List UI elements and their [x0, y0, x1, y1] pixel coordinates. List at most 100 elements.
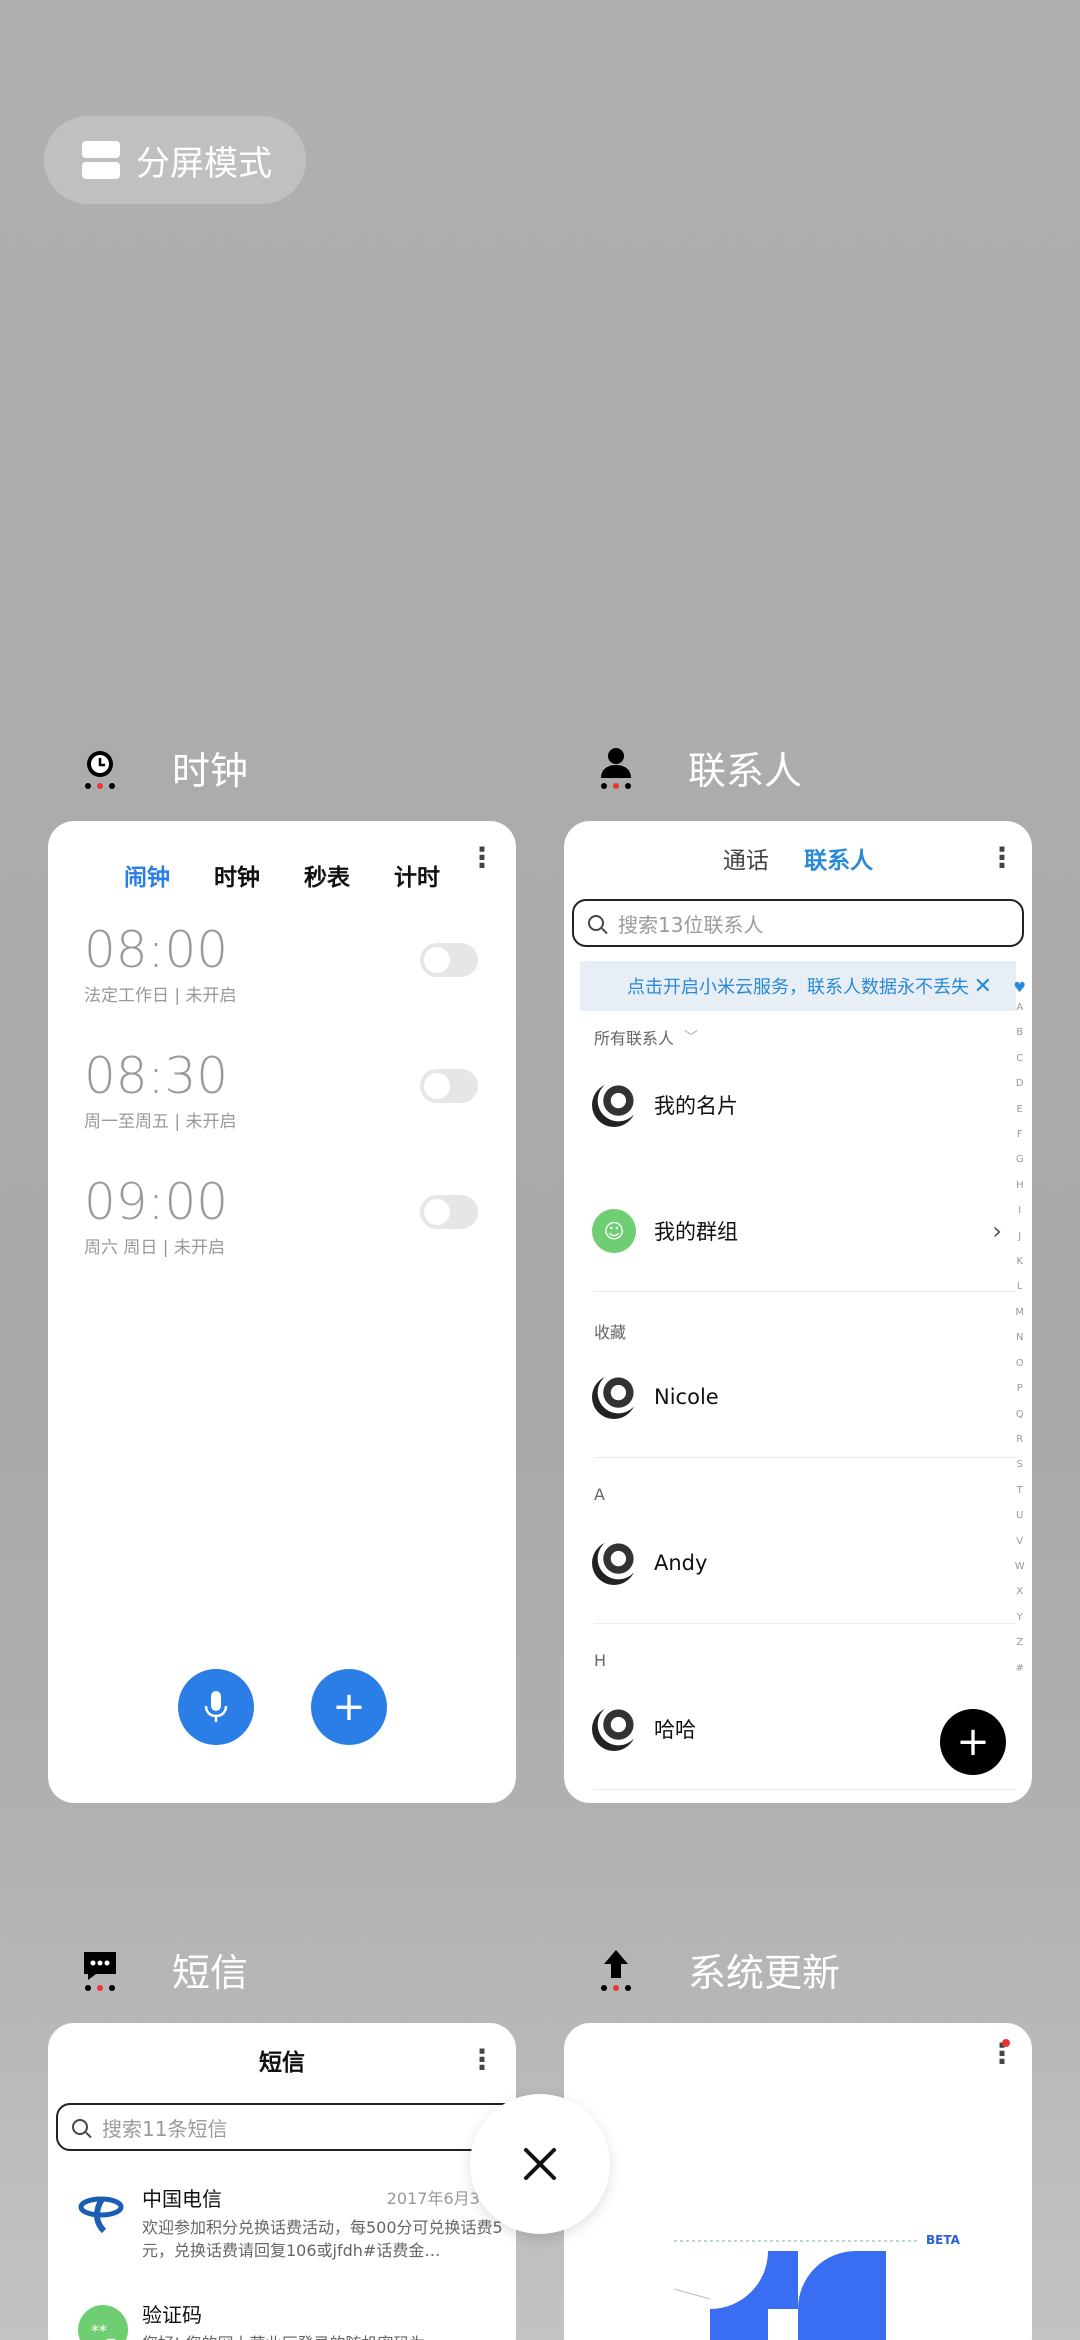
- avatar: [592, 1541, 636, 1585]
- index-letter[interactable]: J: [1018, 1224, 1021, 1249]
- message-item[interactable]: 中国电信 2017年6月30日 欢迎参加积分兑换话费活动，每500分可兑换话费5…: [142, 2183, 506, 2262]
- contact-name: Andy: [654, 1551, 708, 1575]
- index-letter[interactable]: Z: [1016, 1630, 1023, 1655]
- voice-button[interactable]: [178, 1669, 254, 1745]
- alarm-toggle[interactable]: [420, 943, 478, 977]
- upload-arrow-icon: [594, 1948, 638, 1992]
- contacts-search-input[interactable]: 搜索13位联系人: [572, 899, 1024, 947]
- avatar: [592, 1083, 636, 1127]
- contacts-filter[interactable]: 所有联系人 ﹀: [594, 1025, 698, 1049]
- tab-clock[interactable]: 时钟: [214, 858, 260, 892]
- cloud-service-banner[interactable]: 点击开启小米云服务，联系人数据永不丢失 ✕: [580, 961, 1016, 1011]
- microphone-icon: [204, 1691, 228, 1722]
- chevron-right-icon: ›: [992, 1217, 1002, 1245]
- sms-title: 短信: [259, 2050, 305, 2076]
- app-title-clock: 时钟: [172, 749, 249, 793]
- index-letter[interactable]: B: [1016, 1020, 1023, 1045]
- contact-name: 我的群组: [654, 1220, 738, 1244]
- search-icon: [72, 2119, 88, 2135]
- chevron-down-icon: ﹀: [684, 1030, 699, 1046]
- alarm-desc: 周一至周五 | 未开启: [84, 1112, 237, 1132]
- divider: [594, 1457, 1016, 1458]
- section-header: H: [594, 1651, 607, 1670]
- index-letter[interactable]: E: [1017, 1097, 1023, 1122]
- list-item-my-card[interactable]: 我的名片: [592, 1083, 738, 1127]
- add-alarm-button[interactable]: +: [311, 1669, 387, 1745]
- list-item-contact[interactable]: Andy: [592, 1541, 707, 1585]
- index-letter[interactable]: H: [1016, 1173, 1024, 1198]
- list-item-my-groups[interactable]: ☺ 我的群组 ›: [592, 1209, 1002, 1253]
- list-item-contact[interactable]: Nicole: [592, 1375, 719, 1419]
- notification-dot: [1002, 2039, 1010, 2047]
- tab-alarm[interactable]: 闹钟: [124, 858, 170, 892]
- sms-search-input[interactable]: 搜索11条短信: [56, 2103, 516, 2151]
- list-item-contact[interactable]: 哈哈: [592, 1707, 696, 1751]
- index-letter[interactable]: #: [1016, 1656, 1024, 1681]
- search-placeholder: 搜索11条短信: [102, 2116, 228, 2141]
- index-letter[interactable]: V: [1016, 1529, 1023, 1554]
- index-letter[interactable]: Y: [1017, 1605, 1023, 1630]
- banner-text: 点击开启小米云服务，联系人数据永不丢失: [627, 977, 969, 998]
- alphabet-index-bar[interactable]: ♥ A B C D E F G H I J K L M N O P Q R S …: [1013, 981, 1026, 1681]
- app-header-update[interactable]: 系统更新: [594, 1942, 840, 1997]
- more-options-icon[interactable]: ⋮: [988, 841, 1016, 874]
- system-update-app-card[interactable]: ⋮ BETA: [564, 2023, 1032, 2340]
- app-title-update: 系统更新: [688, 1951, 841, 1995]
- index-letter[interactable]: F: [1017, 1122, 1023, 1147]
- message-preview: 您好! 您的网上营业厅登录的随机密码为:: [142, 2332, 506, 2340]
- index-letter[interactable]: D: [1016, 1071, 1024, 1096]
- alarm-toggle[interactable]: [420, 1195, 478, 1229]
- contacts-app-card[interactable]: 通话 联系人 ⋮ 搜索13位联系人 点击开启小米云服务，联系人数据永不丢失 ✕ …: [564, 821, 1032, 1803]
- plus-icon: +: [956, 1719, 990, 1765]
- tab-timer[interactable]: 计时: [394, 858, 440, 892]
- index-letter[interactable]: P: [1017, 1376, 1023, 1401]
- split-screen-label: 分屏模式: [136, 143, 272, 184]
- alarm-desc: 周六 周日 | 未开启: [84, 1238, 225, 1258]
- tab-contacts[interactable]: 联系人: [804, 848, 873, 874]
- heart-icon[interactable]: ♥: [1013, 981, 1026, 995]
- index-letter[interactable]: M: [1015, 1300, 1024, 1325]
- index-letter[interactable]: T: [1017, 1478, 1023, 1503]
- contacts-tabs: 通话 联系人: [564, 841, 1032, 875]
- index-letter[interactable]: U: [1016, 1503, 1023, 1528]
- beta-badge: BETA: [926, 2233, 960, 2247]
- split-screen-icon: [82, 141, 120, 179]
- index-letter[interactable]: G: [1016, 1147, 1024, 1172]
- index-letter[interactable]: N: [1016, 1325, 1023, 1350]
- section-header: A: [594, 1485, 605, 1504]
- index-letter[interactable]: W: [1015, 1554, 1025, 1579]
- app-header-contacts[interactable]: 联系人: [594, 740, 802, 795]
- index-letter[interactable]: A: [1016, 995, 1023, 1020]
- alarm-toggle[interactable]: [420, 1069, 478, 1103]
- contact-name: Nicole: [654, 1385, 719, 1409]
- index-letter[interactable]: R: [1016, 1427, 1023, 1452]
- index-letter[interactable]: C: [1016, 1046, 1023, 1071]
- close-icon[interactable]: ✕: [974, 974, 992, 999]
- clear-all-button[interactable]: [470, 2094, 610, 2234]
- tab-stopwatch[interactable]: 秒表: [304, 858, 350, 892]
- tab-calls[interactable]: 通话: [723, 848, 769, 874]
- split-screen-button[interactable]: 分屏模式: [44, 116, 306, 204]
- sms-app-card[interactable]: 短信 ⋮ 搜索11条短信 中国电信 2017年6月30日 欢迎参加积分兑换话费活…: [48, 2023, 516, 2340]
- message-item[interactable]: 验证码 您好! 您的网上营业厅登录的随机密码为: ›: [142, 2299, 506, 2340]
- index-letter[interactable]: O: [1016, 1351, 1024, 1376]
- beta-illustration: [673, 2239, 944, 2340]
- add-contact-button[interactable]: +: [940, 1709, 1006, 1775]
- index-letter[interactable]: I: [1018, 1198, 1021, 1223]
- section-header: 收藏: [594, 1323, 627, 1342]
- index-letter[interactable]: Q: [1016, 1402, 1024, 1427]
- index-letter[interactable]: S: [1017, 1452, 1023, 1477]
- contact-name: 我的名片: [654, 1094, 738, 1118]
- app-header-sms[interactable]: 短信: [78, 1942, 248, 1997]
- clock-app-card[interactable]: 闹钟 时钟 秒表 计时 ⋮ 08:00 法定工作日 | 未开启 08:30 周一…: [48, 821, 516, 1803]
- contacts-person-icon: [594, 746, 638, 790]
- index-letter[interactable]: L: [1017, 1274, 1023, 1299]
- avatar: [592, 1707, 636, 1751]
- index-letter[interactable]: X: [1016, 1579, 1023, 1604]
- app-header-clock[interactable]: 时钟: [78, 740, 248, 795]
- index-letter[interactable]: K: [1016, 1249, 1023, 1274]
- more-options-icon[interactable]: ⋮: [468, 841, 496, 874]
- verification-code-icon: **_: [78, 2305, 128, 2340]
- clock-tabs: 闹钟 时钟 秒表 计时: [48, 841, 516, 909]
- more-options-icon[interactable]: ⋮: [468, 2043, 496, 2076]
